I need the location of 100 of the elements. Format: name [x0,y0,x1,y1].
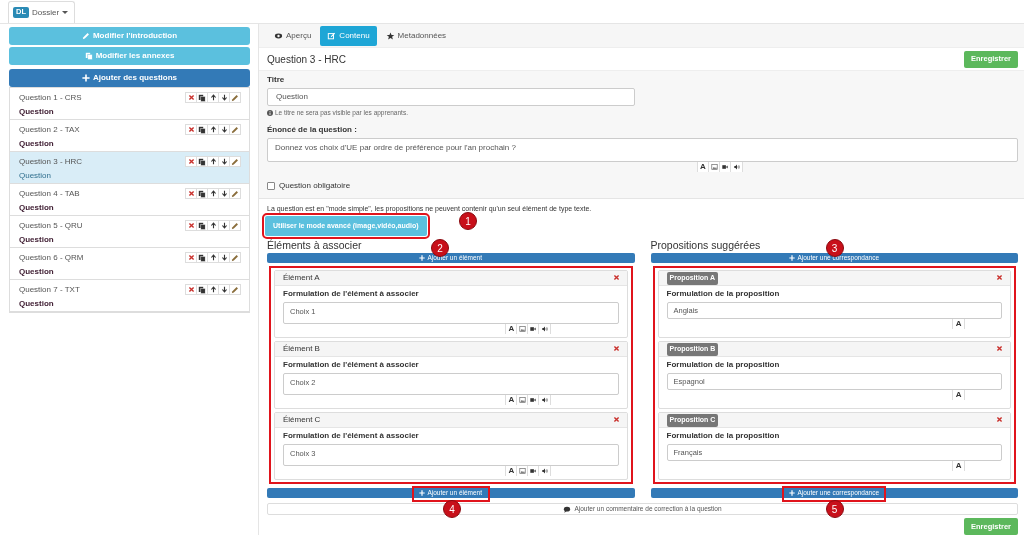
copy-icon [198,285,206,294]
video-button[interactable] [528,466,540,477]
pencil-icon [231,93,239,102]
pencil-icon [231,285,239,294]
speaker-icon [540,326,549,333]
arrow-down-icon [220,286,228,293]
video-button[interactable] [528,324,540,335]
statement-textarea[interactable]: Donnez vos choix d'UE par ordre de préférence pour l'an prochain ? [267,137,1018,162]
arrow-up-icon [209,126,217,133]
speaker-icon [540,468,549,475]
video-button[interactable] [720,161,731,172]
video-camera-icon [529,468,538,475]
edit-button[interactable] [229,252,241,263]
video-button[interactable] [528,395,540,406]
edit-button[interactable] [229,156,241,167]
close-icon [187,158,195,165]
text-tool-button[interactable]: A [506,466,518,477]
remove-button[interactable] [996,416,1004,425]
field-label: Formulation de l'élément à associer [283,359,420,372]
speaker-icon [732,163,741,170]
arrow-up-icon [209,222,217,229]
text-tool-button[interactable]: A [953,461,965,472]
text-tool-button[interactable]: A [953,319,965,330]
checkbox[interactable] [267,181,275,190]
remove-button[interactable] [996,274,1004,283]
copy-icon [198,125,206,134]
arrow-down-icon [220,190,228,197]
audio-button[interactable] [539,324,551,335]
field-label: Formulation de la proposition [666,430,781,443]
audio-button[interactable] [539,395,551,406]
dossier-label: Dossier [32,6,60,19]
close-icon [187,254,195,261]
arrow-up-icon [209,254,217,261]
pencil-icon [81,32,90,40]
text-tool-button[interactable]: A [953,390,965,401]
tab[interactable]: Metadonnées [378,25,454,46]
item-name: Élément A [283,272,320,285]
field-label: Énoncé de la question : [267,123,358,136]
callout-number: 1 [459,212,477,231]
remove-button[interactable] [612,274,621,283]
text-tool-button[interactable]: A [698,161,709,172]
section-heading: Propositions suggérées [650,239,761,252]
field-label: Formulation de la proposition [666,288,781,301]
section-heading: Éléments à associer [267,239,362,252]
video-camera-icon [529,326,538,333]
edit-icon [327,31,337,40]
close-icon [996,416,1003,424]
tab[interactable]: Aperçu [267,25,319,46]
close-icon [612,274,620,282]
eye-icon [274,31,283,40]
question-list-item[interactable]: Question 3 - HRC Question [10,152,249,184]
pencil-icon [231,157,239,166]
arrow-down-icon [220,222,228,229]
text-tool-button[interactable]: A [506,395,518,406]
arrow-up-icon [209,94,217,101]
close-icon [187,94,195,101]
question-title: Question 3 - HRC [19,156,83,168]
remove-button[interactable] [612,416,621,425]
sidebar-button[interactable]: Ajouter des questions [9,69,250,87]
question-title: Question 2 - TAX [19,124,80,136]
edit-button[interactable] [229,92,241,103]
close-icon [187,286,195,293]
edit-button[interactable] [229,124,241,135]
remove-button[interactable] [612,345,621,354]
copy-icon [198,93,206,102]
info-icon [267,109,273,116]
text-tool-button[interactable]: A [506,324,518,335]
pencil-icon [231,125,239,134]
field-label: Titre [267,74,286,86]
edit-button[interactable] [229,220,241,231]
field-label: Formulation de l'élément à associer [283,430,420,443]
plus-icon [419,490,426,497]
arrow-up-icon [209,286,217,293]
question-type: Question [19,298,55,310]
question-type: Question [19,170,53,182]
speaker-icon [540,397,549,404]
edit-button[interactable] [229,284,241,295]
title-input[interactable]: Question [267,88,635,106]
question-title: Question 5 - QRU [19,220,83,232]
arrow-up-icon [209,158,217,165]
arrow-up-icon [209,190,217,197]
close-icon [996,345,1003,353]
plus-icon [82,74,90,82]
copy-icon [84,52,93,60]
item-name: Élément C [283,414,321,427]
plus-icon [789,255,796,262]
checkbox-label: Question obligatoire [279,179,351,192]
star-icon [385,31,395,40]
remove-button[interactable] [996,345,1004,354]
pencil-icon [231,189,239,198]
image-icon [518,326,526,333]
question-title: Question 4 - TAB [19,188,80,200]
close-icon [612,345,620,353]
edit-button[interactable] [229,188,241,199]
question-title: Question 1 - CRS [19,92,82,104]
plus-icon [789,490,796,497]
image-icon [518,468,526,475]
audio-button[interactable] [731,161,742,172]
video-camera-icon [721,163,729,170]
audio-button[interactable] [539,466,551,477]
